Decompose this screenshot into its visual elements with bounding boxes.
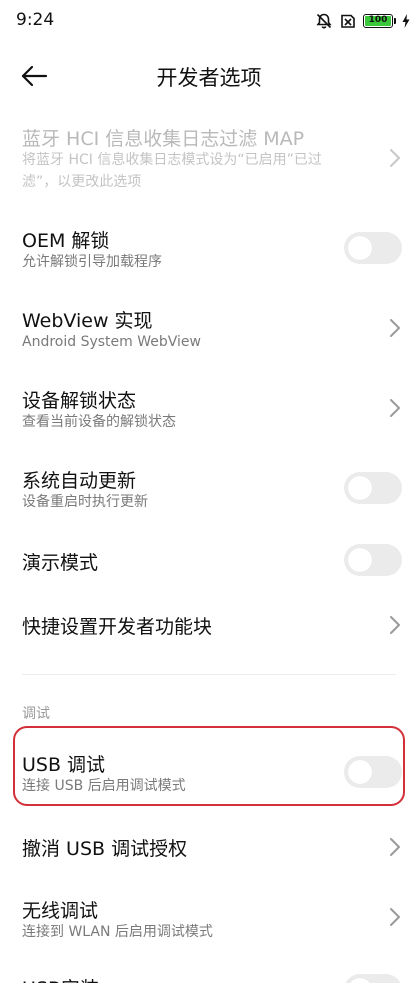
status-bar: 9:24 100 — [0, 0, 418, 40]
setting-usb-install[interactable]: USB安装 — [0, 962, 418, 983]
setting-title: WebView 实现 — [22, 310, 153, 332]
chevron-right-icon — [390, 319, 400, 337]
setting-title: 设备解锁状态 — [22, 390, 137, 412]
usb-install-toggle[interactable] — [344, 974, 402, 983]
setting-subtitle: 允许解锁引导加载程序 — [22, 254, 162, 270]
chevron-right-icon — [390, 399, 400, 417]
setting-subtitle: 设备重启时执行更新 — [22, 494, 148, 510]
setting-revoke-usb-auth[interactable]: 撤消 USB 调试授权 — [0, 818, 418, 874]
setting-auto-update[interactable]: 系统自动更新 设备重启时执行更新 — [0, 452, 418, 522]
status-icons: 100 — [315, 12, 410, 30]
setting-oem-unlock[interactable]: OEM 解锁 允许解锁引导加载程序 — [0, 212, 418, 282]
setting-title: 撤消 USB 调试授权 — [22, 838, 188, 860]
setting-title: USB安装 — [22, 974, 99, 983]
charging-icon — [402, 14, 410, 28]
setting-subtitle: 连接 USB 后启用调试模式 — [22, 778, 186, 794]
chevron-right-icon — [390, 149, 400, 167]
setting-title: 无线调试 — [22, 900, 99, 922]
setting-subtitle: 滤”，以更改此选项 — [22, 174, 142, 190]
setting-subtitle: 查看当前设备的解锁状态 — [22, 414, 176, 430]
no-sim-icon — [341, 14, 355, 28]
battery-level: 100 — [368, 15, 388, 25]
setting-webview[interactable]: WebView 实现 Android System WebView — [0, 292, 418, 362]
setting-quick-tiles[interactable]: 快捷设置开发者功能块 — [0, 596, 418, 652]
app-header: 开发者选项 — [0, 44, 418, 106]
setting-subtitle: 将蓝牙 HCI 信息收集日志模式设为“已启用”已过 — [22, 152, 322, 168]
chevron-right-icon — [390, 616, 400, 634]
section-divider — [22, 674, 396, 675]
auto-update-toggle[interactable] — [344, 472, 402, 504]
demo-mode-toggle[interactable] — [344, 544, 402, 576]
oem-unlock-toggle[interactable] — [344, 232, 402, 264]
mute-icon — [316, 13, 332, 29]
setting-title: 系统自动更新 — [22, 470, 137, 492]
setting-wireless-debugging[interactable]: 无线调试 连接到 WLAN 后启用调试模式 — [0, 882, 418, 952]
setting-usb-debugging[interactable]: USB 调试 连接 USB 后启用调试模式 — [0, 736, 418, 800]
setting-title: OEM 解锁 — [22, 230, 110, 252]
status-time: 9:24 — [16, 10, 55, 30]
setting-subtitle: Android System WebView — [22, 334, 201, 350]
chevron-right-icon — [390, 908, 400, 926]
setting-bt-hci-filter[interactable]: 蓝牙 HCI 信息收集日志过滤 MAP 将蓝牙 HCI 信息收集日志模式设为“已… — [0, 118, 418, 198]
setting-title: USB 调试 — [22, 754, 106, 776]
battery-icon: 100 — [363, 14, 396, 28]
usb-debugging-toggle[interactable] — [344, 756, 402, 788]
setting-device-unlock-status[interactable]: 设备解锁状态 查看当前设备的解锁状态 — [0, 372, 418, 442]
setting-subtitle: 连接到 WLAN 后启用调试模式 — [22, 924, 213, 940]
setting-demo-mode[interactable]: 演示模式 — [0, 532, 418, 588]
chevron-right-icon — [390, 838, 400, 856]
page-title: 开发者选项 — [156, 66, 262, 90]
section-label-debug: 调试 — [22, 706, 50, 722]
setting-title: 演示模式 — [22, 552, 99, 574]
setting-title: 快捷设置开发者功能块 — [22, 616, 213, 638]
setting-title: 蓝牙 HCI 信息收集日志过滤 MAP — [22, 128, 305, 150]
